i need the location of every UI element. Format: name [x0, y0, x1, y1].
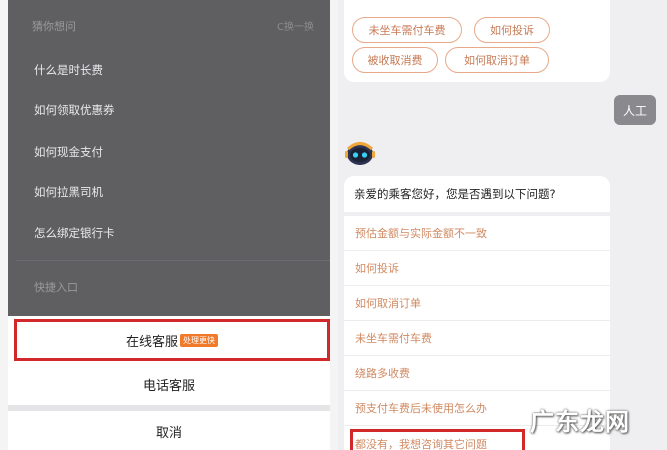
cancel-button[interactable]: 取消 [8, 412, 330, 450]
phone-service-button[interactable]: 电话客服 [8, 364, 330, 404]
dimmed-faq-area: 猜你想问 C换一换 什么是时长费 如何领取优惠券 如何现金支付 如何拉黑司机 怎… [8, 0, 330, 316]
faq-item[interactable]: 如何领取优惠券 [34, 102, 115, 118]
question-item[interactable]: 未坐车需付车费 [344, 321, 610, 356]
chip-cancel-order[interactable]: 如何取消订单 [445, 47, 549, 73]
left-panel: 猜你想问 C换一换 什么是时长费 如何领取优惠券 如何现金支付 如何拉黑司机 怎… [0, 0, 338, 450]
chip-charged-fee[interactable]: 被收取消费 [352, 47, 438, 73]
divider [16, 260, 330, 261]
faster-badge: 处理更快 [180, 333, 218, 347]
quick-chips-card: 未坐车需付车费 如何投诉 被收取消费 如何取消订单 [344, 0, 610, 82]
question-item[interactable]: 如何投诉 [344, 251, 610, 286]
faq-item[interactable]: 如何拉黑司机 [34, 184, 103, 200]
faq-header-title: 猜你想问 [32, 20, 76, 33]
faq-item[interactable]: 什么是时长费 [34, 62, 103, 78]
chip-unpaid-fare[interactable]: 未坐车需付车费 [352, 17, 462, 43]
faq-item[interactable]: 如何现金支付 [34, 144, 103, 160]
highlight-frame [350, 429, 525, 450]
question-item[interactable]: 预估金额与实际金额不一致 [344, 216, 610, 251]
faq-item[interactable]: 怎么绑定银行卡 [34, 225, 115, 241]
sheet-separator [8, 405, 330, 411]
shortcut-label: 快捷入口 [34, 281, 78, 294]
chat-panel: 未坐车需付车费 如何投诉 被收取消费 如何取消订单 人工 亲爱的乘客您好，您是否… [338, 0, 667, 450]
chip-complaint[interactable]: 如何投诉 [474, 17, 550, 43]
robot-avatar-icon [345, 142, 375, 165]
watermark-text: 广东龙网 [530, 408, 630, 436]
human-agent-message: 人工 [614, 95, 656, 125]
question-item[interactable]: 绕路多收费 [344, 356, 610, 391]
faq-header: 猜你想问 C换一换 [32, 18, 314, 38]
online-service-label: 在线客服 [125, 334, 178, 350]
online-service-button[interactable]: 在线客服 处理更快 [14, 319, 330, 361]
refresh-link[interactable]: C换一换 [277, 18, 314, 33]
bot-greeting: 亲爱的乘客您好，您是否遇到以下问题? [344, 176, 610, 212]
question-item[interactable]: 如何取消订单 [344, 286, 610, 321]
